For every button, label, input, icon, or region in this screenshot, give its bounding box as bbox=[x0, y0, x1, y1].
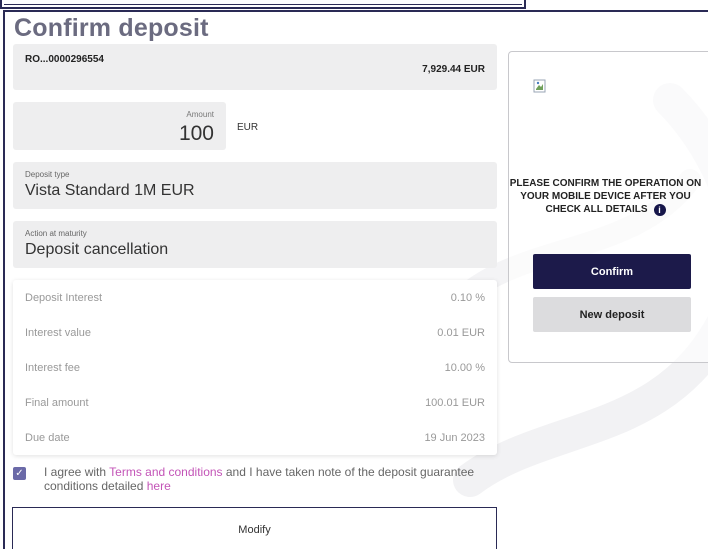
broken-image-icon bbox=[533, 79, 546, 93]
detail-label: Interest value bbox=[25, 326, 92, 339]
new-deposit-button[interactable]: New deposit bbox=[533, 297, 691, 332]
checkmark-icon: ✓ bbox=[15, 468, 24, 479]
detail-label: Final amount bbox=[25, 396, 89, 409]
deposit-type-label: Deposit type bbox=[25, 170, 70, 179]
detail-row-deposit-interest: Deposit Interest 0.10 % bbox=[13, 280, 497, 315]
detail-row-due-date: Due date 19 Jun 2023 bbox=[13, 420, 497, 455]
deposit-type-value: Vista Standard 1M EUR bbox=[25, 182, 195, 199]
confirmation-message-text: PLEASE CONFIRM THE OPERATION ON YOUR MOB… bbox=[509, 178, 702, 215]
agreement-text-before: I agree with bbox=[44, 465, 110, 479]
deposit-details-card: Deposit Interest 0.10 % Interest value 0… bbox=[13, 280, 497, 455]
amount-label: Amount bbox=[186, 110, 214, 119]
detail-row-interest-fee: Interest fee 10.00 % bbox=[13, 350, 497, 385]
detail-value: 0.10 % bbox=[450, 291, 485, 304]
account-selector[interactable]: RO...0000296554 7,929.44 EUR bbox=[13, 44, 497, 90]
detail-value: 10.00 % bbox=[444, 361, 485, 374]
mobile-confirmation-message: PLEASE CONFIRM THE OPERATION ON YOUR MOB… bbox=[509, 177, 702, 216]
action-at-maturity-field[interactable]: Action at maturity Deposit cancellation bbox=[13, 221, 497, 268]
detail-label: Due date bbox=[25, 431, 70, 444]
deposit-type-field[interactable]: Deposit type Vista Standard 1M EUR bbox=[13, 162, 497, 209]
page-title: Confirm deposit bbox=[14, 14, 209, 42]
terms-agreement-text: I agree with Terms and conditions and I … bbox=[44, 465, 484, 493]
info-icon[interactable]: i bbox=[653, 204, 666, 216]
action-at-maturity-label: Action at maturity bbox=[25, 229, 87, 238]
account-balance: 7,929.44 EUR bbox=[422, 64, 485, 75]
amount-value: 100 bbox=[178, 122, 214, 145]
detail-row-final-amount: Final amount 100.01 EUR bbox=[13, 385, 497, 420]
amount-currency: EUR bbox=[237, 122, 259, 133]
confirm-button[interactable]: Confirm bbox=[533, 254, 691, 289]
action-at-maturity-value: Deposit cancellation bbox=[25, 241, 169, 258]
detail-value: 19 Jun 2023 bbox=[424, 431, 485, 444]
top-frame-edge bbox=[0, 0, 526, 9]
amount-field[interactable]: Amount 100 bbox=[13, 102, 226, 150]
modify-button[interactable]: Modify bbox=[12, 507, 497, 549]
detail-value: 100.01 EUR bbox=[425, 396, 485, 409]
terms-agreement: ✓ I agree with Terms and conditions and … bbox=[13, 463, 493, 497]
guarantee-here-link[interactable]: here bbox=[147, 479, 171, 493]
detail-value: 0.01 EUR bbox=[437, 326, 485, 339]
terms-link[interactable]: Terms and conditions bbox=[109, 465, 222, 479]
terms-checkbox[interactable]: ✓ bbox=[13, 467, 26, 480]
detail-label: Deposit Interest bbox=[25, 291, 103, 304]
account-number: RO...0000296554 bbox=[25, 54, 104, 65]
confirm-panel: PLEASE CONFIRM THE OPERATION ON YOUR MOB… bbox=[508, 51, 708, 363]
detail-label: Interest fee bbox=[25, 361, 81, 374]
detail-row-interest-value: Interest value 0.01 EUR bbox=[13, 315, 497, 350]
